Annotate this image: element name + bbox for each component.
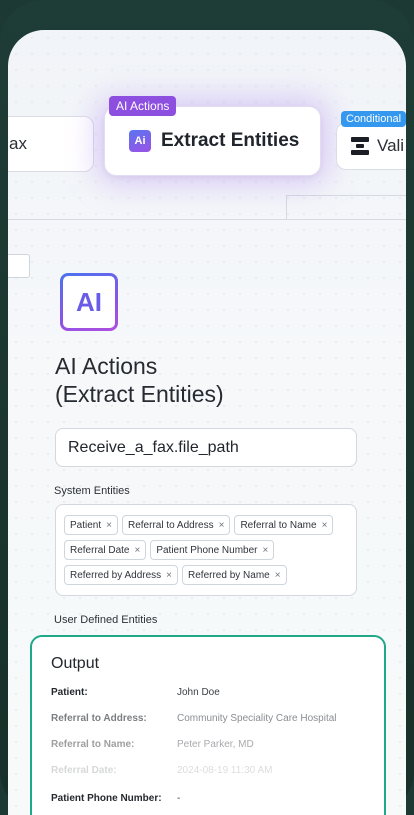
panel-title-line1: AI Actions (55, 353, 158, 379)
chip-label: Referral Date (70, 544, 130, 556)
connector-line (286, 195, 406, 196)
panel-title: AI Actions (Extract Entities) (55, 352, 224, 408)
output-key: Referral to Address: (51, 713, 147, 724)
remove-chip-icon[interactable]: × (134, 545, 140, 556)
output-panel: Output Patient: John Doe Referral to Add… (30, 635, 386, 815)
fax-node-label: ax (9, 134, 27, 153)
output-key: Patient: (51, 687, 88, 698)
receive-fax-node[interactable]: ax (8, 116, 94, 172)
conditional-tag: Conditional (341, 111, 406, 127)
chip-label: Referred by Address (70, 569, 162, 581)
entity-chip[interactable]: Patient × (64, 515, 118, 535)
output-row: Patient Phone Number: - (51, 793, 365, 815)
output-value: 2024-08-19 11:30 AM (177, 765, 273, 776)
remove-chip-icon[interactable]: × (322, 520, 328, 531)
ai-icon-text: AI (63, 276, 115, 328)
entity-chip[interactable]: Referred by Address × (64, 565, 179, 585)
output-title: Output (51, 655, 100, 672)
chip-label: Referral to Name (240, 519, 317, 531)
panel-title-line2: (Extract Entities) (55, 381, 224, 407)
output-key: Referral Date: (51, 765, 117, 776)
user-defined-entities-label: User Defined Entities (54, 614, 158, 626)
ai-icon: Ai (129, 130, 151, 152)
conditional-node-label: Vali (377, 136, 405, 155)
canvas-small-node[interactable] (8, 254, 30, 278)
output-value: - (177, 793, 181, 804)
chip-label: Referral to Address (127, 519, 214, 531)
remove-chip-icon[interactable]: × (106, 520, 112, 531)
system-entities-field[interactable]: Patient × Referral to Address × Referral t… (55, 504, 357, 596)
workflow-screen: ax Ai Extract Entities AI Actions Vali C… (8, 30, 406, 815)
extract-entities-node[interactable]: Ai Extract Entities (104, 106, 321, 176)
chip-label: Patient Phone Number (156, 544, 258, 556)
entity-chip[interactable]: Referred by Name × (182, 565, 287, 585)
entity-chip[interactable]: Referral to Name × (234, 515, 334, 535)
ai-actions-tag: AI Actions (109, 96, 177, 116)
output-row: Patient: John Doe (51, 687, 365, 713)
entity-chip[interactable]: Referral to Address × (121, 515, 231, 535)
output-value: Peter Parker, MD (177, 739, 254, 750)
connector-line (286, 195, 287, 220)
file-path-input[interactable]: Receive_a_fax.file_path (55, 428, 357, 467)
output-value: John Doe (177, 687, 220, 698)
chip-label: Referred by Name (188, 569, 270, 581)
output-key: Patient Phone Number: (51, 793, 162, 804)
remove-chip-icon[interactable]: × (275, 570, 281, 581)
remove-chip-icon[interactable]: × (166, 570, 172, 581)
chip-label: Patient (70, 519, 102, 531)
entity-chip[interactable]: Patient Phone Number × (150, 540, 275, 560)
output-row: Referral to Address: Community Specialit… (51, 713, 365, 739)
ai-actions-icon: AI (60, 273, 118, 331)
output-row: Referral Date: 2024-08-19 11:30 AM (51, 765, 365, 791)
system-entities-label: System Entities (54, 485, 130, 497)
conditional-node[interactable]: Vali (336, 122, 406, 170)
remove-chip-icon[interactable]: × (219, 520, 225, 531)
connector-line (8, 219, 406, 220)
output-key: Referral to Name: (51, 739, 135, 750)
output-row: Referral to Name: Peter Parker, MD (51, 739, 365, 765)
entity-chip[interactable]: Referral Date × (64, 540, 147, 560)
output-value: Community Speciality Care Hospital (177, 713, 337, 724)
remove-chip-icon[interactable]: × (262, 545, 268, 556)
switch-icon (351, 137, 369, 155)
extract-entities-title: Extract Entities (161, 130, 300, 151)
